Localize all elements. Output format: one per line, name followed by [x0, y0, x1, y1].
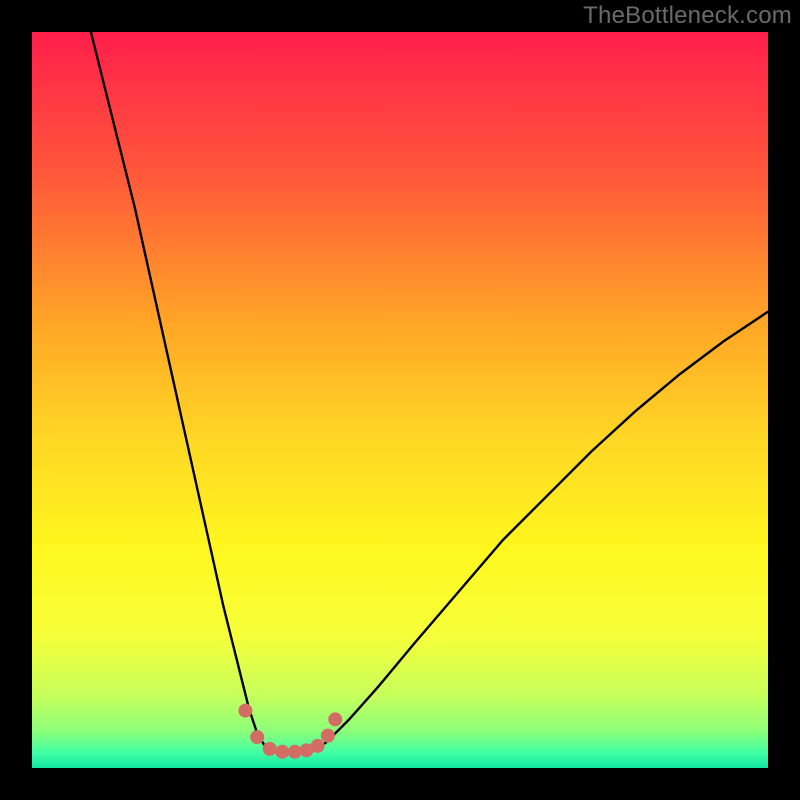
trough-point [250, 730, 264, 744]
trough-point [263, 742, 277, 756]
chart-svg [32, 32, 768, 768]
trough-point [288, 745, 302, 759]
trough-point [238, 704, 252, 718]
watermark-text: TheBottleneck.com [583, 2, 792, 30]
outer-frame: TheBottleneck.com [0, 0, 800, 800]
trough-point [328, 712, 342, 726]
trough-point [321, 729, 335, 743]
trough-point [275, 745, 289, 759]
plot-area [32, 32, 768, 768]
gradient-background [32, 32, 768, 768]
trough-point [311, 739, 325, 753]
